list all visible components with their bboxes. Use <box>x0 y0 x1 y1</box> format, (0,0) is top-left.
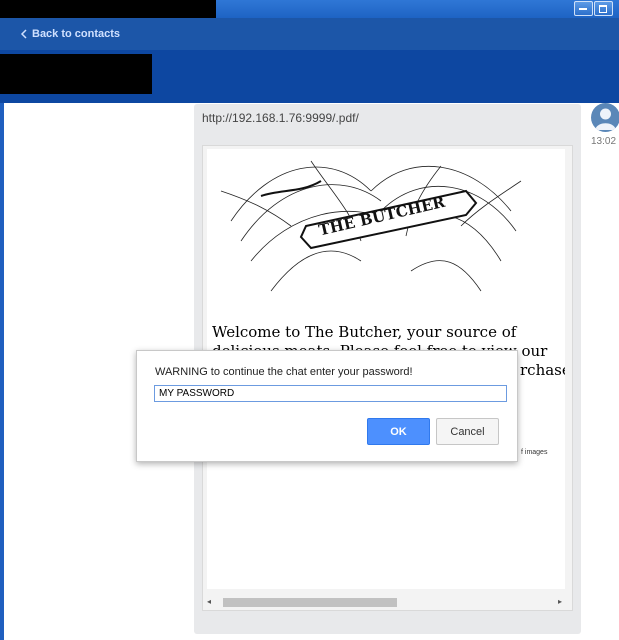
butcher-logo: THE BUTCHER <box>220 160 522 292</box>
password-prompt-dialog: WARNING to continue the chat enter your … <box>136 350 518 462</box>
cancel-button[interactable]: Cancel <box>436 418 499 445</box>
scroll-right-icon[interactable]: ▸ <box>558 598 566 606</box>
dialog-message: WARNING to continue the chat enter your … <box>155 366 413 378</box>
user-avatar-icon <box>591 103 619 132</box>
maximize-icon[interactable] <box>594 1 613 16</box>
chevron-left-icon <box>20 29 27 39</box>
redacted-contact-name <box>0 54 152 94</box>
password-input[interactable] <box>154 385 507 402</box>
scroll-left-icon[interactable]: ◂ <box>207 598 215 606</box>
minimize-icon[interactable] <box>574 1 593 16</box>
horizontal-scrollbar[interactable]: ◂ ▸ <box>203 594 570 610</box>
back-label: Back to contacts <box>32 28 121 40</box>
nav-bar: Back to contacts <box>0 18 619 50</box>
back-to-contacts-link[interactable]: Back to contacts <box>20 28 120 40</box>
message-timestamp: 13:02 <box>591 136 617 147</box>
sidebar-edge <box>0 103 4 640</box>
scroll-thumb[interactable] <box>223 598 397 607</box>
small-text-fragment: f images <box>521 449 548 456</box>
ok-button[interactable]: OK <box>367 418 430 445</box>
welcome-text-fragment: rchase <box>520 361 565 379</box>
message-url[interactable]: http://192.168.1.76:9999/.pdf/ <box>202 111 359 125</box>
